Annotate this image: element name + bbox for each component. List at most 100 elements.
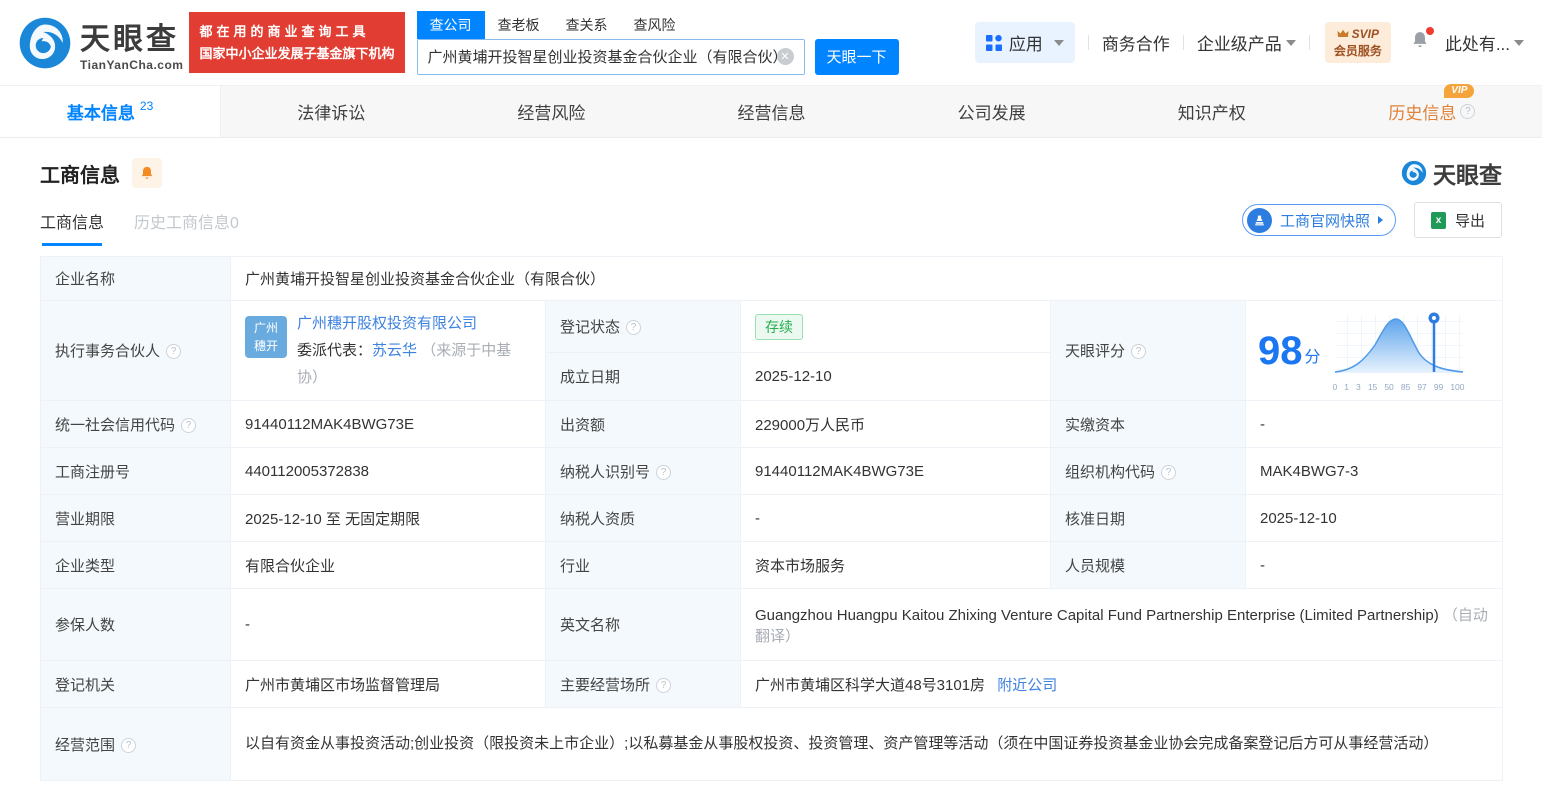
official-snapshot-button[interactable]: 工商官网快照 (1241, 204, 1396, 236)
reg-number-label: 工商注册号 (40, 447, 231, 495)
business-term-value: 2025-12-10 至 无固定期限 (230, 494, 546, 542)
tab-operation-info[interactable]: 经营信息 (661, 86, 881, 137)
svip-member-badge[interactable]: SVIP 会员服务 (1324, 22, 1391, 63)
apps-grid-icon (985, 34, 1002, 51)
tianyancha-logo[interactable]: 天眼查 TianYanCha.com (18, 14, 183, 72)
header-nav: 应用 商务合作 企业级产品 SVIP 会员服务 此处有... (974, 22, 1524, 63)
help-icon[interactable] (656, 677, 672, 693)
subtab-history-business-info[interactable]: 历史工商信息0 (134, 209, 239, 246)
search-tabs: 查公司 查老板 查关系 查风险 (416, 10, 899, 39)
org-code-label: 组织机构代码 (1050, 447, 1246, 495)
search-button[interactable]: 天眼一下 (814, 38, 899, 75)
partner-avatar[interactable]: 广州 穗开 (245, 316, 287, 358)
partner-company-link[interactable]: 广州穗开股权投资有限公司 (297, 315, 477, 332)
help-icon[interactable] (121, 737, 137, 753)
stamp-icon (1246, 207, 1272, 233)
tab-development[interactable]: 公司发展 (882, 86, 1102, 137)
business-info-section: 工商信息 天眼查 工商信息 历史工商信息0 工商官网快照 x 导出 企业名称 广… (0, 138, 1542, 781)
search-tab-relation[interactable]: 查关系 (553, 11, 621, 39)
company-nav-tabs: 基本信息 23 法律诉讼 经营风险 经营信息 公司发展 知识产权 历史信息 VI… (0, 84, 1542, 138)
tab-legal[interactable]: 法律诉讼 (221, 86, 441, 137)
apps-menu[interactable]: 应用 (974, 22, 1075, 63)
representative-link[interactable]: 苏云华 (372, 342, 417, 359)
help-icon[interactable] (1460, 104, 1476, 119)
site-header: 天眼查 TianYanCha.com 都在用的商业查询工具 国家中小企业发展子基… (0, 0, 1542, 86)
reg-authority-label: 登记机关 (40, 660, 231, 708)
tab-basic-info[interactable]: 基本信息 23 (0, 86, 222, 137)
table-row: 执行事务合伙人 广州 穗开 广州穗开股权投资有限公司 委派代表：苏云华 （来源于… (40, 300, 1504, 401)
staff-size-label: 人员规模 (1050, 541, 1246, 589)
search-input[interactable] (427, 48, 777, 65)
subtab-business-info[interactable]: 工商信息 (40, 209, 104, 246)
industry-label: 行业 (545, 541, 741, 589)
monitor-bell-button[interactable] (132, 158, 162, 188)
search-tab-risk[interactable]: 查风险 (621, 11, 689, 39)
table-row: 企业名称 广州黄埔开投智星创业投资基金合伙企业（有限合伙） (40, 256, 1504, 301)
help-icon[interactable] (181, 417, 197, 433)
export-button[interactable]: 导出 (1413, 202, 1502, 238)
crown-icon (1337, 30, 1349, 38)
approval-date-value: 2025-12-10 (1244, 494, 1504, 542)
help-icon[interactable] (1131, 344, 1147, 360)
registration-status-value: 存续 (740, 300, 1051, 353)
slogan-line2: 国家中小企业发展子基金旗下机构 (199, 45, 395, 61)
notification-dot (1425, 26, 1434, 35)
reg-number-value: 440112005372838 (230, 447, 546, 495)
clear-icon[interactable] (776, 48, 794, 65)
notification-bell[interactable] (1410, 26, 1434, 56)
table-row: 统一社会信用代码 91440112MAK4BWG73E 出资额 229000万人… (40, 400, 1504, 448)
tianyancha-watermark: 天眼查 (1401, 156, 1502, 190)
table-row: 经营范围 以自有资金从事投资活动;创业投资（限投资未上市企业）;以私募基金从事股… (40, 707, 1504, 781)
divider (1308, 35, 1310, 50)
nav-cooperation[interactable]: 商务合作 (1102, 30, 1170, 55)
partner-value: 广州 穗开 广州穗开股权投资有限公司 委派代表：苏云华 （来源于中基协） (230, 300, 546, 401)
score-label: 天眼评分 (1050, 300, 1246, 401)
partner-label: 执行事务合伙人 (40, 300, 231, 401)
staff-size-value: - (1244, 541, 1504, 589)
vip-badge: VIP (1444, 84, 1475, 98)
score-distribution-chart: 0 1 3 15 50 85 97 99 100 (1333, 309, 1465, 392)
company-type-value: 有限合伙企业 (230, 541, 546, 589)
tab-history[interactable]: 历史信息 VIP (1322, 84, 1542, 137)
tab-operation-risk[interactable]: 经营风险 (441, 86, 661, 137)
help-icon[interactable] (166, 344, 182, 360)
table-row: 企业类型 有限合伙企业 行业 资本市场服务 人员规模 - (40, 541, 1504, 589)
table-row: 登记机关 广州市黄埔区市场监督管理局 主要经营场所 广州市黄埔区科学大道48号3… (40, 660, 1504, 708)
search-tab-company[interactable]: 查公司 (416, 10, 485, 39)
premises-value: 广州市黄埔区科学大道48号3101房 附近公司 (739, 660, 1504, 708)
chevron-down-icon (1053, 39, 1064, 46)
registration-status-label: 登记状态 (545, 300, 741, 353)
insured-count-value: - (230, 588, 546, 661)
nearby-companies-link[interactable]: 附近公司 (997, 677, 1057, 694)
score-value: 98 分 0 1 3 15 50 85 97 99 100 (1244, 300, 1504, 401)
section-title: 工商信息 (40, 164, 120, 187)
brand-domain: TianYanCha.com (80, 57, 184, 72)
industry-value: 资本市场服务 (740, 541, 1051, 589)
capital-value: 229000万人民币 (740, 400, 1051, 448)
score-axis-labels: 0 1 3 15 50 85 97 99 100 (1332, 382, 1465, 392)
bell-icon (141, 166, 153, 179)
help-icon[interactable] (1161, 464, 1177, 480)
slogan-badge: 都在用的商业查询工具 国家中小企业发展子基金旗下机构 (189, 12, 405, 73)
help-icon[interactable] (656, 464, 672, 480)
tab-ip[interactable]: 知识产权 (1102, 86, 1322, 137)
reg-authority-value: 广州市黄埔区市场监督管理局 (230, 660, 546, 708)
status-badge: 存续 (755, 313, 803, 340)
company-name-value: 广州黄埔开投智星创业投资基金合伙企业（有限合伙） (229, 256, 1504, 301)
search-tab-boss[interactable]: 查老板 (485, 11, 553, 39)
taxpayer-quality-label: 纳税人资质 (545, 494, 741, 542)
help-icon[interactable] (626, 320, 642, 336)
table-row: 工商注册号 440112005372838 纳税人识别号 91440112MAK… (40, 447, 1504, 495)
chevron-down-icon (1514, 39, 1524, 46)
apps-label: 应用 (1008, 35, 1043, 54)
taxpayer-id-value: 91440112MAK4BWG73E (740, 447, 1051, 495)
nav-enterprise[interactable]: 企业级产品 (1197, 30, 1296, 55)
tianyancha-logo-icon (19, 17, 71, 68)
tab-count-badge: 23 (139, 98, 154, 113)
header-search-area: 查公司 查老板 查关系 查风险 天眼一下 (416, 10, 899, 75)
insured-count-label: 参保人数 (40, 588, 231, 661)
divider (1182, 35, 1184, 50)
user-menu[interactable]: 此处有... (1445, 30, 1524, 55)
excel-icon (1430, 211, 1446, 229)
paid-capital-value: - (1244, 400, 1504, 448)
